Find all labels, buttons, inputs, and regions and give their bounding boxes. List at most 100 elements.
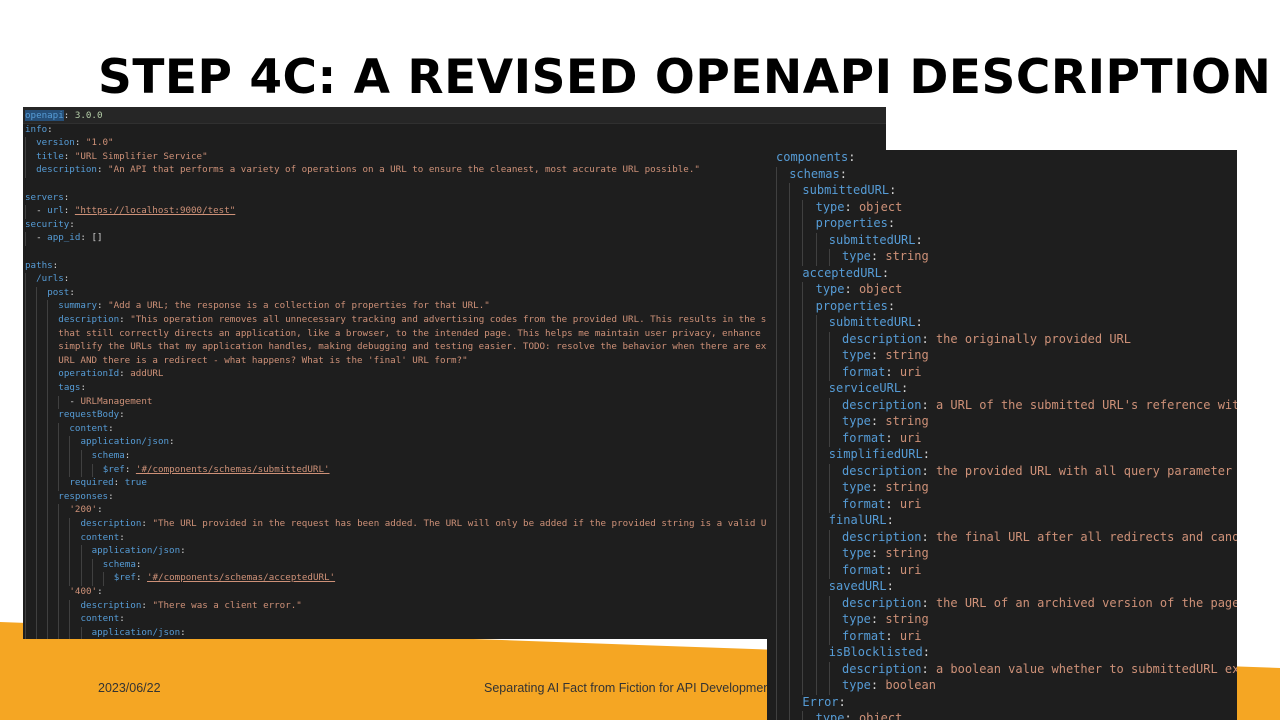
yaml-key: type: [842, 249, 871, 263]
yaml-value: uri: [899, 628, 922, 643]
indent-guide: [815, 645, 817, 662]
indent-guide: [47, 504, 49, 518]
indent-guide: [802, 463, 804, 480]
indent-guide: [776, 430, 777, 447]
yaml-value: the final URL after all redirects and ca…: [935, 529, 1237, 544]
indent-guide: [58, 504, 60, 518]
indent-guide: [47, 545, 49, 559]
indent-guide: [802, 232, 804, 249]
yaml-key: '400': [69, 586, 98, 597]
indent-guide: [828, 678, 830, 695]
colon: :: [886, 579, 894, 593]
indent-guide: [69, 531, 71, 546]
yaml-key: security: [25, 218, 70, 230]
indent-guide: [776, 315, 777, 332]
indent-guide: [47, 314, 49, 328]
indent-guide: [25, 450, 26, 464]
indent-guide: [25, 409, 26, 423]
yaml-key: schema: [102, 558, 136, 570]
indent-guide: [789, 298, 791, 315]
indent-guide: [789, 282, 791, 299]
indent-guide: [25, 300, 26, 314]
indent-guide: [25, 436, 26, 450]
yaml-value: the provided URL with all query paramete…: [935, 463, 1233, 478]
indent-guide: [776, 364, 777, 381]
indent-guide: [815, 331, 817, 348]
indent-guide: [25, 463, 26, 478]
indent-guide: [828, 430, 830, 447]
indent-guide: [36, 572, 38, 586]
yaml-value: string: [885, 414, 929, 428]
indent-guide: [828, 397, 830, 414]
indent-guide: [80, 626, 82, 639]
yaml-key: components: [776, 150, 849, 164]
indent-guide: [25, 273, 26, 287]
colon: :: [889, 183, 897, 197]
colon: :: [119, 531, 125, 543]
colon: :: [63, 191, 70, 203]
yaml-value: "https://localhost:9000/test": [74, 205, 236, 217]
indent-guide: [80, 572, 82, 586]
indent-guide: [802, 282, 804, 299]
indent-guide: [828, 331, 830, 348]
indent-guide: [47, 354, 49, 369]
indent-guide: [36, 518, 38, 532]
indent-guide: [776, 447, 777, 464]
indent-guide: [69, 626, 71, 639]
colon: :: [80, 232, 92, 244]
yaml-value: '#/components/schemas/acceptedURL': [147, 572, 336, 584]
yaml-key: submittedURL: [828, 315, 916, 329]
yaml-text: URL AND there is a redirect - what happe…: [58, 354, 468, 366]
indent-guide: [789, 315, 791, 332]
indent-guide: [25, 613, 26, 627]
indent-guide: [776, 331, 777, 348]
colon: :: [885, 364, 900, 379]
indent-guide: [25, 531, 26, 546]
indent-guide: [815, 397, 817, 414]
indent-guide: [828, 463, 830, 480]
indent-guide: [58, 613, 60, 627]
indent-guide: [789, 183, 791, 200]
yaml-key: requestBody: [58, 409, 120, 421]
indent-guide: [36, 613, 38, 627]
indent-guide: [91, 463, 93, 478]
indent-guide: [47, 382, 49, 396]
yaml-value: a boolean value whether to submittedURL …: [935, 661, 1237, 676]
yaml-key: schemas: [789, 166, 840, 181]
indent-guide: [776, 480, 777, 497]
colon: :: [921, 661, 936, 676]
indent-guide: [776, 612, 777, 629]
indent-guide: [789, 562, 791, 579]
colon: :: [887, 298, 896, 313]
yaml-key: description: [36, 164, 97, 176]
yaml-key: content: [80, 613, 120, 625]
indent-guide: [25, 545, 26, 559]
colon: :: [63, 150, 75, 162]
indent-guide: [802, 414, 804, 431]
indent-guide: [80, 450, 82, 464]
yaml-key: description: [842, 331, 922, 346]
indent-guide: [776, 595, 777, 612]
yaml-value: string: [885, 249, 929, 263]
indent-guide: [47, 422, 49, 437]
indent-guide: [36, 395, 38, 410]
indent-guide: [789, 463, 791, 480]
indent-guide: [776, 694, 777, 711]
indent-guide: [789, 711, 791, 720]
colon: :: [886, 513, 894, 527]
colon: :: [180, 545, 186, 557]
colon: :: [870, 546, 886, 560]
colon: :: [870, 348, 886, 362]
yaml-value: a URL of the submitted URL's reference w…: [935, 397, 1237, 412]
indent-guide: [815, 595, 817, 612]
yaml-key: description: [842, 595, 922, 610]
yaml-key: Error: [802, 694, 839, 709]
colon: :: [885, 562, 900, 577]
indent-guide: [789, 447, 791, 464]
yaml-key: type: [842, 612, 871, 626]
colon: :: [180, 626, 186, 638]
indent-guide: [815, 447, 817, 464]
yaml-key: savedURL: [828, 579, 887, 593]
indent-guide: [25, 314, 26, 328]
yaml-value: object: [858, 199, 903, 214]
